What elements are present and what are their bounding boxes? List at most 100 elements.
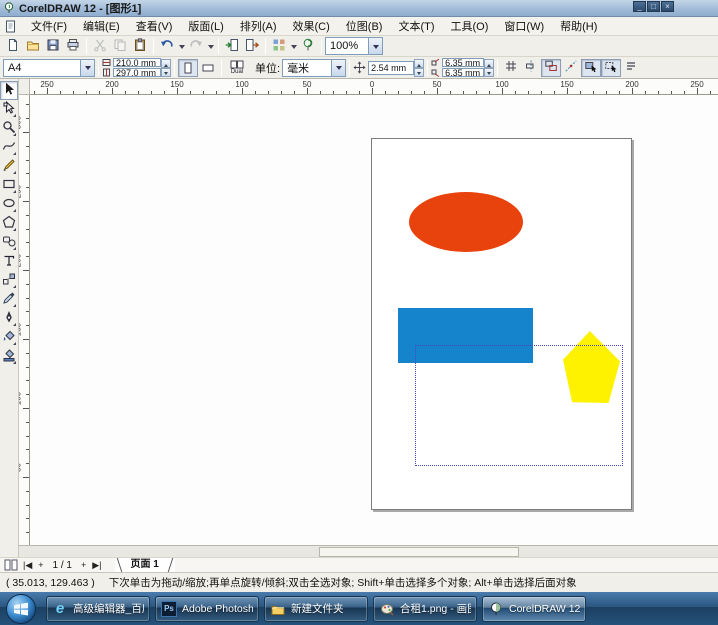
ellipse-shape[interactable]	[409, 192, 523, 252]
chevron-down-icon[interactable]	[368, 38, 382, 54]
close-icon[interactable]: ×	[661, 1, 674, 12]
menu-file[interactable]: 文件(F)	[23, 19, 75, 35]
property-bar-options-button[interactable]	[621, 59, 641, 77]
polygon-tool[interactable]	[0, 214, 18, 233]
page-sorter-icon[interactable]	[4, 559, 18, 571]
taskbar-paint[interactable]: 合租1.png - 画图	[373, 596, 477, 622]
ie-icon: e	[52, 601, 68, 617]
minimize-icon[interactable]: _	[633, 1, 646, 12]
menu-view[interactable]: 查看(V)	[128, 19, 181, 35]
corel-online-button[interactable]	[298, 37, 318, 55]
ruler-tick	[411, 91, 412, 94]
taskbar-photoshop[interactable]: PsAdobe Photosh...	[155, 596, 259, 622]
zoom-level-combo[interactable]: 100%	[325, 37, 383, 55]
print-button[interactable]	[63, 37, 83, 55]
scrollbar-thumb[interactable]	[319, 547, 519, 557]
eyedropper-tool[interactable]	[0, 290, 18, 309]
add-page-after-button[interactable]: +	[78, 559, 89, 572]
paper-size-spinner[interactable]	[161, 59, 171, 77]
redo-button[interactable]	[186, 37, 206, 55]
taskbar-ie[interactable]: e高级编辑器_百度...	[46, 596, 150, 622]
drawing-canvas[interactable]	[30, 95, 718, 545]
zoom-tool[interactable]	[0, 119, 18, 138]
vertical-ruler[interactable]: 50100150200250300	[19, 95, 30, 545]
paper-type-combo[interactable]: A4	[3, 59, 95, 77]
menu-text[interactable]: 文本(T)	[390, 19, 442, 35]
new-document-button[interactable]	[3, 37, 23, 55]
horizontal-ruler[interactable]: 25020015010050050100150200250	[30, 79, 718, 95]
snap-to-grid-button[interactable]	[501, 59, 521, 77]
title-bar: CorelDRAW 12 - [图形1] _□×	[0, 0, 718, 17]
freehand-tool[interactable]	[0, 138, 18, 157]
cut-button[interactable]	[90, 37, 110, 55]
page-tab[interactable]: 页面 1	[115, 558, 175, 572]
landscape-button[interactable]	[198, 59, 218, 77]
ruler-origin-corner[interactable]	[19, 79, 30, 95]
marquee-select-mode-button[interactable]	[601, 59, 621, 77]
nudge-spinner[interactable]	[414, 59, 424, 77]
nudge-offset-field[interactable]: 2.54 mm	[368, 61, 414, 75]
menu-arrange[interactable]: 排列(A)	[232, 19, 285, 35]
portrait-button[interactable]	[178, 59, 198, 77]
maximize-icon[interactable]: □	[647, 1, 660, 12]
interactive-blend-tool[interactable]	[0, 271, 18, 290]
application-launcher-button[interactable]	[269, 37, 289, 55]
snap-to-dynamic-guides-button[interactable]	[561, 59, 581, 77]
application-launcher-dropdown[interactable]	[289, 37, 298, 55]
menu-help[interactable]: 帮助(H)	[552, 19, 605, 35]
window-controls[interactable]: _□×	[633, 1, 674, 12]
ruler-tick	[619, 91, 620, 94]
snap-to-objects-button[interactable]	[541, 59, 561, 77]
outline-tool[interactable]	[0, 309, 18, 328]
shape-tool[interactable]	[0, 100, 18, 119]
import-button[interactable]	[222, 37, 242, 55]
duplicate-x-field[interactable]: 6.35 mm	[442, 58, 484, 67]
chevron-down-icon[interactable]	[80, 60, 94, 76]
export-button[interactable]	[242, 37, 262, 55]
treat-as-filled-button[interactable]	[581, 59, 601, 77]
redo-dropdown[interactable]	[206, 37, 215, 55]
paste-button[interactable]	[130, 37, 150, 55]
undo-dropdown[interactable]	[177, 37, 186, 55]
ruler-tick	[359, 91, 360, 94]
text-tool-tool[interactable]	[0, 252, 18, 271]
menu-tools[interactable]: 工具(O)	[443, 19, 497, 35]
menu-bitmaps[interactable]: 位图(B)	[338, 19, 391, 35]
menu-effects[interactable]: 效果(C)	[285, 19, 338, 35]
paper-height-field[interactable]: 297.0 mm	[113, 68, 161, 77]
open-button[interactable]	[23, 37, 43, 55]
ruler-tick	[34, 91, 35, 94]
first-page-button[interactable]: |◀	[20, 559, 35, 572]
paper-width-field[interactable]: 210.0 mm	[113, 58, 161, 67]
smart-drawing-tool[interactable]	[0, 157, 18, 176]
fill-tool[interactable]	[0, 328, 18, 347]
duplicate-spinner[interactable]	[484, 59, 494, 77]
duplicate-y-field[interactable]: 6.35 mm	[442, 68, 484, 77]
ruler-tick	[255, 91, 256, 94]
duplicate-y-icon	[431, 68, 440, 77]
add-page-before-button[interactable]: +	[35, 559, 46, 572]
ruler-tick	[450, 91, 451, 94]
basic-shapes-tool[interactable]	[0, 233, 18, 252]
units-combo[interactable]: 毫米	[282, 59, 346, 77]
last-page-button[interactable]: ▶|	[89, 559, 104, 572]
undo-button[interactable]	[157, 37, 177, 55]
save-button[interactable]	[43, 37, 63, 55]
rectangle-tool[interactable]	[0, 176, 18, 195]
menu-window[interactable]: 窗口(W)	[496, 19, 552, 35]
pick-tool[interactable]	[0, 81, 18, 100]
taskbar-folder[interactable]: 新建文件夹	[264, 596, 368, 622]
ellipse-tool[interactable]	[0, 195, 18, 214]
snap-to-guidelines-button[interactable]	[521, 59, 541, 77]
taskbar-coreldraw[interactable]: CorelDRAW 12 -...	[482, 596, 586, 622]
interactive-fill-tool[interactable]	[0, 347, 18, 366]
flyout-indicator	[13, 285, 16, 288]
menu-layout[interactable]: 版面(L)	[180, 19, 231, 35]
horizontal-scrollbar[interactable]	[19, 545, 718, 557]
copy-button[interactable]	[110, 37, 130, 55]
menu-edit[interactable]: 编辑(E)	[75, 19, 128, 35]
ruler-tick	[26, 229, 29, 230]
start-button[interactable]	[6, 594, 36, 624]
chevron-down-icon[interactable]	[331, 60, 345, 76]
all-pages-button[interactable]: Dual	[225, 59, 249, 77]
